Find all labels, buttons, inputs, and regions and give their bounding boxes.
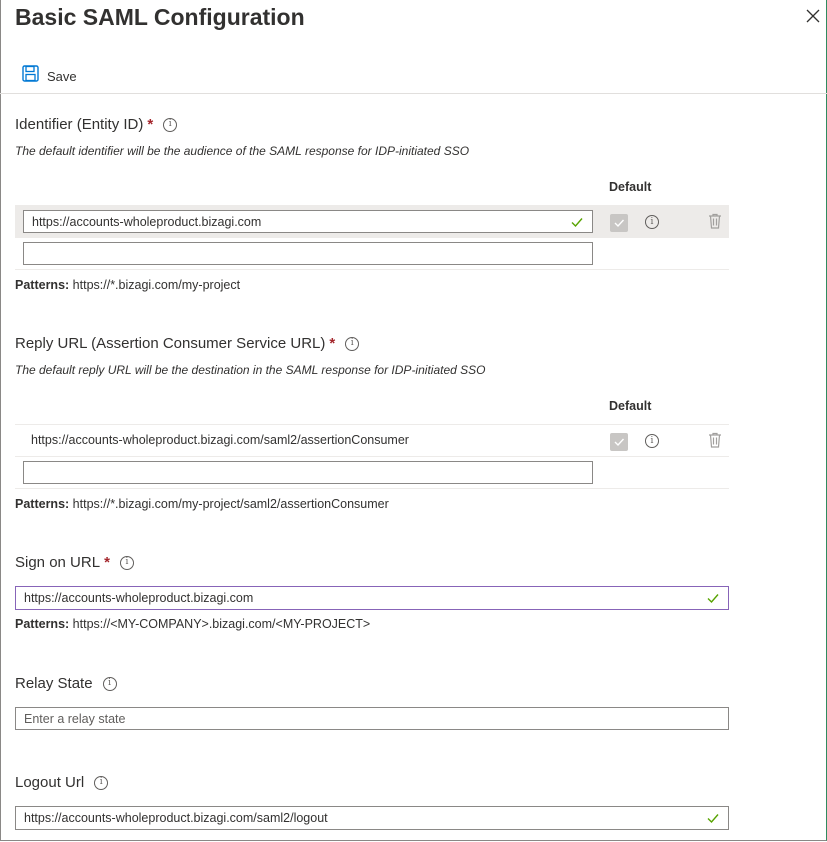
relay-state-placeholder: Enter a relay state (24, 711, 126, 726)
identifier-section-label: Identifier (Entity ID) * i (15, 116, 178, 133)
info-icon[interactable]: i (102, 676, 117, 691)
checkmark-icon (706, 591, 720, 605)
reply-url-patterns: Patterns: https://*.bizagi.com/my-projec… (15, 497, 389, 511)
trash-icon[interactable] (708, 432, 722, 448)
trash-icon[interactable] (708, 213, 722, 229)
reply-url-default-header: Default (609, 399, 652, 413)
reply-url-section-label: Reply URL (Assertion Consumer Service UR… (15, 335, 360, 352)
reply-url-value[interactable]: https://accounts-wholeproduct.bizagi.com… (31, 433, 409, 447)
reply-url-description: The default reply URL will be the destin… (15, 363, 486, 377)
relay-state-label: Relay State (15, 675, 93, 692)
info-icon[interactable]: i (645, 215, 659, 229)
checkmark-icon (570, 215, 584, 229)
required-marker: * (104, 554, 110, 571)
identifier-description: The default identifier will be the audie… (15, 144, 470, 158)
info-icon[interactable]: i (345, 336, 360, 351)
save-icon (22, 65, 39, 87)
toolbar-divider (0, 93, 827, 94)
logout-url-label: Logout Url (15, 774, 85, 791)
reply-url-row-divider (15, 456, 729, 457)
sign-on-url-input[interactable]: https://accounts-wholeproduct.bizagi.com (15, 586, 729, 610)
reply-url-new-input[interactable] (23, 461, 593, 484)
identifier-default-header: Default (609, 180, 652, 194)
info-icon[interactable]: i (163, 117, 178, 132)
close-icon[interactable] (805, 8, 821, 24)
logout-url-input[interactable]: https://accounts-wholeproduct.bizagi.com… (15, 806, 729, 830)
required-marker: * (147, 116, 154, 133)
checkmark-icon (706, 811, 720, 825)
identifier-label: Identifier (Entity ID) (15, 116, 144, 133)
identifier-row-divider (15, 269, 729, 270)
reply-url-label: Reply URL (Assertion Consumer Service UR… (15, 335, 326, 352)
info-icon[interactable]: i (645, 434, 659, 448)
identifier-default-checkbox[interactable] (610, 214, 628, 232)
relay-state-section-label: Relay State i (15, 675, 117, 692)
relay-state-input[interactable]: Enter a relay state (15, 707, 729, 730)
identifier-patterns: Patterns: https://*.bizagi.com/my-projec… (15, 278, 241, 292)
save-label: Save (47, 68, 77, 84)
reply-url-row-top-divider (15, 424, 729, 425)
reply-url-bottom-divider (15, 488, 729, 489)
save-button[interactable]: Save (22, 65, 77, 87)
info-icon[interactable]: i (119, 555, 134, 570)
identifier-new-input[interactable] (23, 242, 593, 265)
sign-on-url-section-label: Sign on URL * i (15, 554, 134, 571)
page-title: Basic SAML Configuration (15, 4, 305, 30)
sign-on-url-patterns: Patterns: https://<MY-COMPANY>.bizagi.co… (15, 617, 371, 631)
logout-url-section-label: Logout Url i (15, 774, 109, 791)
sign-on-url-label: Sign on URL (15, 554, 101, 571)
identifier-input[interactable]: https://accounts-wholeproduct.bizagi.com (23, 210, 593, 233)
reply-url-default-checkbox[interactable] (610, 433, 628, 451)
required-marker: * (329, 335, 336, 352)
info-icon[interactable]: i (94, 775, 109, 790)
